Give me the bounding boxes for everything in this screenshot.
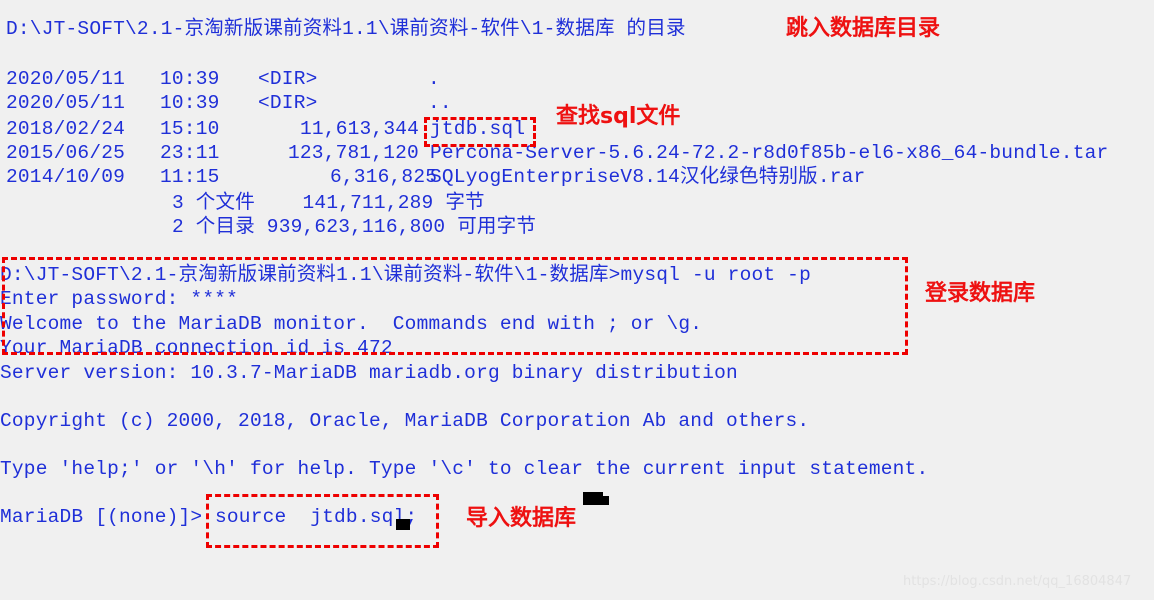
- listing-row-time-4: 11:15: [160, 166, 220, 188]
- listing-summary-dirs: 2 个目录 939,623,116,800 可用字节: [172, 216, 537, 238]
- listing-row-date-2: 2018/02/24: [6, 118, 126, 140]
- mariadb-help-line: Type 'help;' or '\h' for help. Type '\c'…: [0, 458, 929, 480]
- mariadb-connection-id-line: Your MariaDB connection id is 472: [0, 337, 393, 359]
- listing-row-time-0: 10:39: [160, 68, 220, 90]
- listing-row-time-2: 15:10: [160, 118, 220, 140]
- annotation-import-database: 导入数据库: [466, 506, 577, 531]
- listing-row-size-4: 6,316,825: [330, 166, 438, 188]
- listing-row-size-1: <DIR>: [258, 92, 318, 114]
- mariadb-copyright-line: Copyright (c) 2000, 2018, Oracle, MariaD…: [0, 410, 810, 432]
- annotation-jump-directory: 跳入数据库目录: [786, 16, 941, 41]
- listing-row-date-4: 2014/10/09: [6, 166, 126, 188]
- listing-row-size-3: 123,781,120: [288, 142, 419, 164]
- listing-row-name-4: SQLyogEnterpriseV8.14汉化绿色特别版.rar: [430, 166, 866, 188]
- listing-row-time-3: 23:11: [160, 142, 220, 164]
- mariadb-server-version-line: Server version: 10.3.7-MariaDB mariadb.o…: [0, 362, 738, 384]
- csdn-watermark: https://blog.csdn.net/qq_16804847: [903, 574, 1132, 589]
- listing-row-date-3: 2015/06/25: [6, 142, 126, 164]
- mariadb-welcome-line: Welcome to the MariaDB monitor. Commands…: [0, 313, 703, 335]
- password-prompt-line: Enter password: ****: [0, 288, 239, 310]
- annotation-find-sql-file: 查找sql文件: [556, 104, 681, 129]
- listing-row-name-1: ..: [428, 92, 452, 114]
- listing-row-name-0: .: [428, 68, 440, 90]
- mariadb-prompt: MariaDB [(none)]>: [0, 506, 203, 528]
- text-cursor: [396, 519, 410, 530]
- terminal-screenshot: D:\JT-SOFT\2.1-京淘新版课前资料1.1\课前资料-软件\1-数据库…: [0, 0, 1154, 600]
- cursor-artifact-2: [583, 496, 609, 505]
- listing-row-size-2: 11,613,344: [300, 118, 420, 140]
- listing-row-name-3: Percona-Server-5.6.24-72.2-r8d0f85b-el6-…: [430, 142, 1109, 164]
- listing-row-time-1: 10:39: [160, 92, 220, 114]
- annotation-login-database: 登录数据库: [925, 281, 1036, 306]
- listing-row-date-1: 2020/05/11: [6, 92, 126, 114]
- directory-header-line: D:\JT-SOFT\2.1-京淘新版课前资料1.1\课前资料-软件\1-数据库…: [6, 18, 686, 40]
- mysql-login-prompt-line: D:\JT-SOFT\2.1-京淘新版课前资料1.1\课前资料-软件\1-数据库…: [0, 264, 811, 286]
- listing-summary-files: 3 个文件 141,711,289 字节: [172, 192, 485, 214]
- listing-row-size-0: <DIR>: [258, 68, 318, 90]
- listing-row-date-0: 2020/05/11: [6, 68, 126, 90]
- listing-row-name-2: jtdb.sql: [430, 118, 526, 140]
- source-command-text[interactable]: source jtdb.sql;: [215, 506, 417, 528]
